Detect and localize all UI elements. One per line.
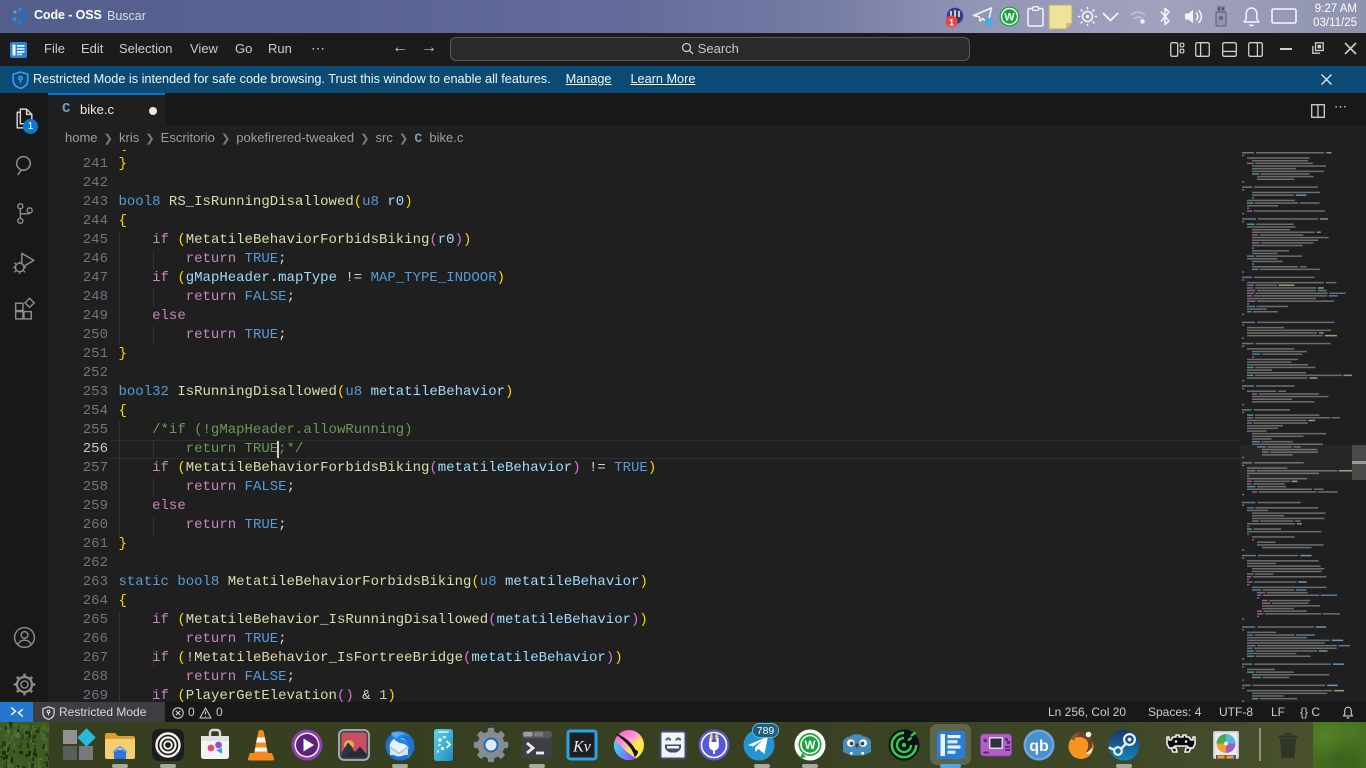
svg-text:W: W	[805, 740, 816, 752]
svg-text:1: 1	[949, 18, 954, 28]
svg-text:W: W	[1004, 12, 1015, 24]
svg-text:Kv: Kv	[572, 739, 592, 756]
svg-text:qb: qb	[1029, 738, 1049, 755]
